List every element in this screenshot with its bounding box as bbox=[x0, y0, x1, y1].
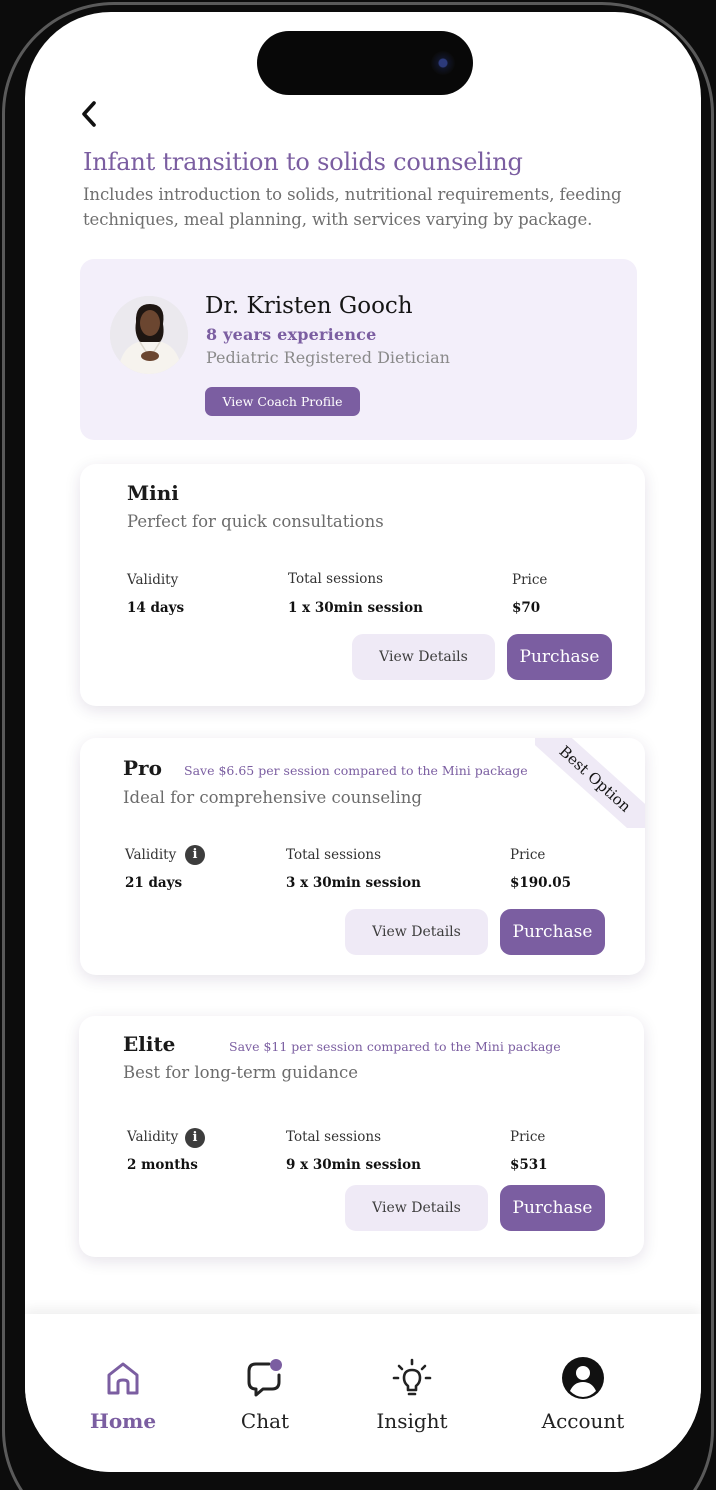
package-card-elite: Elite Save $11 per session compared to t… bbox=[79, 1016, 644, 1257]
total-sessions-value: 1 x 30min session bbox=[288, 600, 423, 616]
page-title: Infant transition to solids counseling bbox=[83, 148, 523, 176]
coach-experience: 8 years experience bbox=[206, 325, 377, 344]
info-icon[interactable]: i bbox=[185, 1128, 205, 1148]
view-details-button[interactable]: View Details bbox=[345, 1185, 488, 1231]
validity-value: 14 days bbox=[127, 600, 185, 616]
best-option-ribbon: Best Option bbox=[535, 738, 645, 828]
view-coach-profile-button[interactable]: View Coach Profile bbox=[205, 387, 360, 416]
package-description: Best for long-term guidance bbox=[123, 1063, 359, 1082]
info-icon[interactable]: i bbox=[185, 845, 205, 865]
view-details-button[interactable]: View Details bbox=[345, 909, 488, 955]
price-value: $190.05 bbox=[510, 875, 572, 891]
tab-chat[interactable]: Chat bbox=[215, 1314, 315, 1444]
tab-account[interactable]: Account bbox=[525, 1314, 641, 1444]
coach-role: Pediatric Registered Dietician bbox=[206, 348, 450, 367]
chat-icon bbox=[247, 1359, 282, 1397]
page-subtitle: Includes introduction to solids, nutriti… bbox=[83, 185, 622, 229]
package-savings: Save $11 per session compared to the Min… bbox=[229, 1039, 561, 1054]
coach-card: Dr. Kristen Gooch 8 years experience Ped… bbox=[80, 259, 637, 440]
tab-label: Home bbox=[89, 1409, 157, 1433]
bottom-tab-bar: Home Chat Insight Account bbox=[25, 1314, 701, 1472]
price-value: $70 bbox=[512, 600, 541, 616]
back-arrow-icon[interactable] bbox=[77, 100, 103, 128]
account-icon bbox=[562, 1357, 604, 1399]
total-sessions-label: Total sessions bbox=[286, 1129, 382, 1145]
package-description: Ideal for comprehensive counseling bbox=[123, 788, 422, 807]
lightbulb-icon bbox=[392, 1358, 432, 1396]
tab-insight[interactable]: Insight bbox=[360, 1314, 464, 1444]
tab-label: Insight bbox=[376, 1409, 448, 1433]
package-card-mini: Mini Perfect for quick consultations Val… bbox=[80, 464, 645, 706]
package-name: Elite bbox=[123, 1032, 176, 1056]
validity-value: 2 months bbox=[127, 1157, 198, 1173]
home-icon bbox=[107, 1362, 139, 1395]
package-savings: Save $6.65 per session compared to the M… bbox=[184, 763, 528, 778]
tab-home[interactable]: Home bbox=[73, 1314, 173, 1444]
total-sessions-value: 9 x 30min session bbox=[286, 1157, 421, 1173]
price-label: Price bbox=[512, 572, 548, 588]
coach-photo bbox=[110, 296, 188, 374]
validity-label: Validity bbox=[127, 572, 179, 588]
purchase-button[interactable]: Purchase bbox=[500, 909, 605, 955]
validity-label: Validity bbox=[127, 1129, 179, 1145]
validity-label: Validity bbox=[125, 847, 177, 863]
total-sessions-label: Total sessions bbox=[288, 571, 384, 587]
price-value: $531 bbox=[510, 1157, 548, 1173]
package-description: Perfect for quick consultations bbox=[127, 512, 384, 531]
dynamic-island bbox=[257, 31, 473, 95]
coach-avatar bbox=[110, 296, 188, 374]
package-name: Mini bbox=[127, 481, 179, 505]
tab-label: Chat bbox=[240, 1409, 290, 1433]
purchase-button[interactable]: Purchase bbox=[500, 1185, 605, 1231]
package-name: Pro bbox=[123, 756, 162, 780]
ribbon-label: Best Option bbox=[535, 738, 645, 828]
package-card-pro: Best Option Pro Save $6.65 per session c… bbox=[80, 738, 645, 975]
front-camera-icon bbox=[431, 51, 455, 75]
total-sessions-value: 3 x 30min session bbox=[286, 875, 421, 891]
tab-label: Account bbox=[541, 1409, 625, 1433]
price-label: Price bbox=[510, 847, 546, 863]
view-details-button[interactable]: View Details bbox=[352, 634, 495, 680]
purchase-button[interactable]: Purchase bbox=[507, 634, 612, 680]
coach-name: Dr. Kristen Gooch bbox=[205, 293, 413, 319]
total-sessions-label: Total sessions bbox=[286, 847, 382, 863]
price-label: Price bbox=[510, 1129, 546, 1145]
validity-value: 21 days bbox=[125, 875, 183, 891]
phone-frame: Infant transition to solids counseling I… bbox=[0, 0, 716, 1490]
app-screen: Infant transition to solids counseling I… bbox=[25, 12, 701, 1472]
